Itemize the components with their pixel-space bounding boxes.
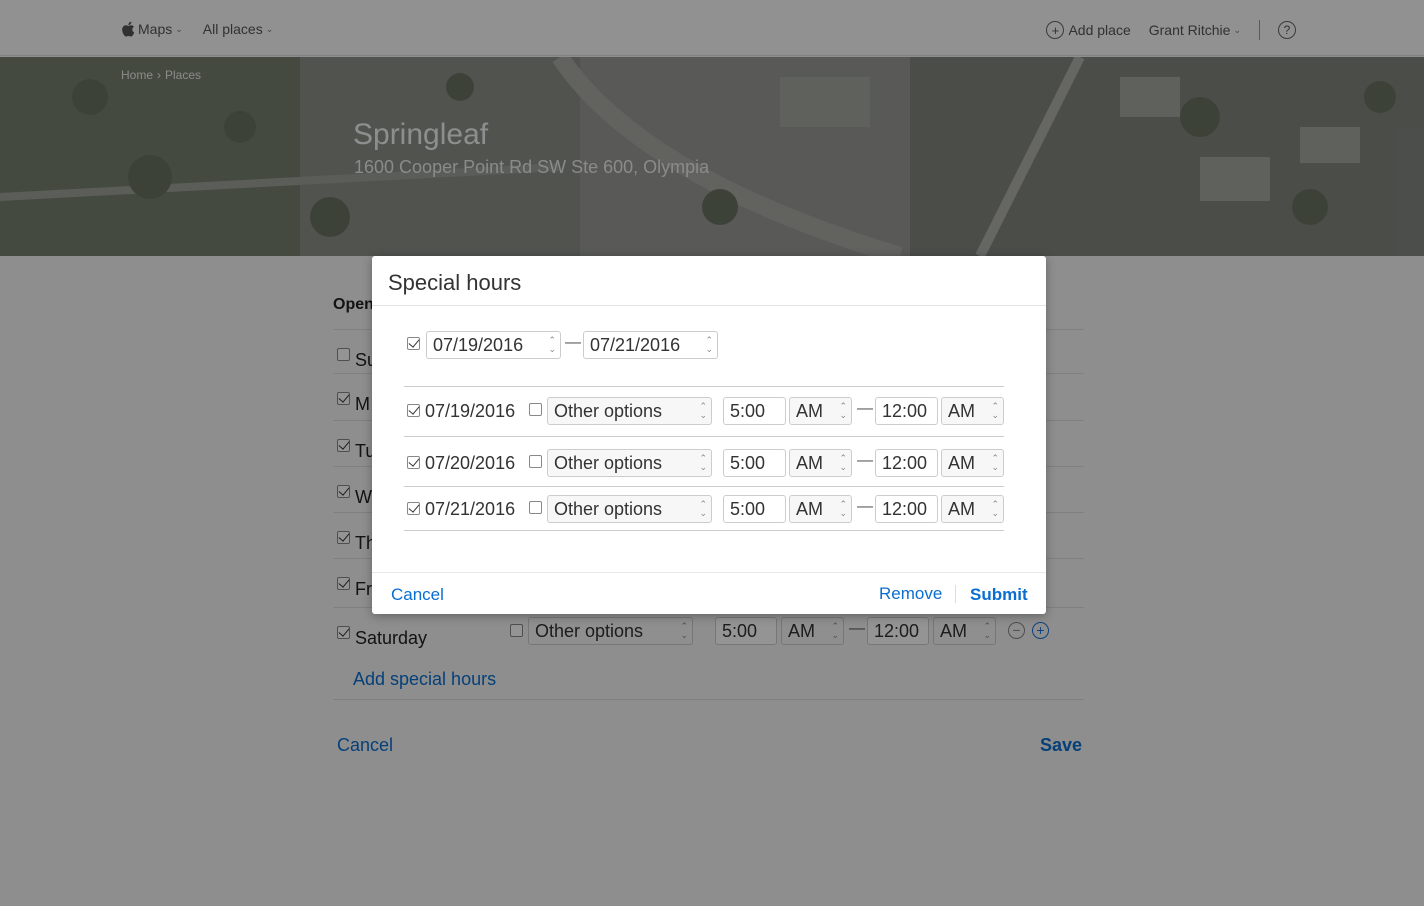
spinner-icon: ⌃ ⌄ (699, 401, 707, 420)
close-ampm-select[interactable]: AM ⌃ ⌄ (941, 449, 1004, 477)
open-ampm-select[interactable]: AM ⌃ ⌄ (789, 495, 852, 523)
close-time-input[interactable]: 12:00 (875, 495, 938, 523)
spinner-icon: ⌃ ⌄ (839, 401, 847, 420)
modal-footer: Cancel Remove Submit (372, 572, 1046, 614)
select-value: Other options (554, 401, 663, 421)
other-options-select[interactable]: Other options ⌃ ⌄ (547, 397, 712, 425)
divider (404, 386, 1004, 387)
spinner-icon: ⌃ ⌄ (548, 335, 556, 354)
select-value: AM (796, 453, 823, 473)
range-start-date-input[interactable]: 07/19/2016 ⌃ ⌄ (426, 331, 561, 359)
divider (404, 486, 1004, 487)
select-value: AM (948, 453, 975, 473)
row-date: 07/19/2016 (425, 401, 516, 421)
range-end-date-input[interactable]: 07/21/2016 ⌃ ⌄ (583, 331, 718, 359)
row-date: 07/20/2016 (425, 453, 516, 473)
open-time-input[interactable]: 5:00 (723, 397, 786, 425)
date-checkbox[interactable] (407, 456, 420, 469)
range-end-value: 07/21/2016 (590, 335, 681, 355)
select-value: AM (796, 401, 823, 421)
close-time-input[interactable]: 12:00 (875, 397, 938, 425)
spinner-icon: ⌃ ⌄ (699, 453, 707, 472)
open-time-input[interactable]: 5:00 (723, 495, 786, 523)
open-ampm-select[interactable]: AM ⌃ ⌄ (789, 397, 852, 425)
other-options-select[interactable]: Other options ⌃ ⌄ (547, 449, 712, 477)
modal-cancel-button[interactable]: Cancel (391, 585, 444, 605)
date-checkbox[interactable] (407, 502, 420, 515)
close-time-input[interactable]: 12:00 (875, 449, 938, 477)
spinner-icon: ⌃ ⌄ (705, 335, 713, 354)
special-hours-row: 07/20/2016 Other options ⌃ ⌄ 5:00 AM ⌃ ⌄ —… (372, 448, 1046, 478)
special-hours-row: 07/21/2016 Other options ⌃ ⌄ 5:00 AM ⌃ ⌄ —… (372, 494, 1046, 524)
open-time-input[interactable]: 5:00 (723, 449, 786, 477)
other-options-checkbox[interactable] (529, 501, 542, 514)
spinner-icon: ⌃ ⌄ (839, 453, 847, 472)
divider (404, 436, 1004, 437)
footer-divider (955, 585, 956, 603)
time-range-dash: — (857, 452, 873, 469)
time-range-dash: — (857, 498, 873, 515)
select-value: AM (948, 499, 975, 519)
spinner-icon: ⌃ ⌄ (839, 499, 847, 518)
date-range-dash: — (565, 334, 581, 351)
open-ampm-select[interactable]: AM ⌃ ⌄ (789, 449, 852, 477)
time-range-dash: — (857, 400, 873, 417)
modal-remove-button[interactable]: Remove (879, 584, 942, 604)
other-options-checkbox[interactable] (529, 455, 542, 468)
select-value: AM (948, 401, 975, 421)
modal-submit-button[interactable]: Submit (970, 585, 1028, 605)
modal-title: Special hours (388, 270, 522, 295)
close-ampm-select[interactable]: AM ⌃ ⌄ (941, 397, 1004, 425)
other-options-checkbox[interactable] (529, 403, 542, 416)
date-checkbox[interactable] (407, 404, 420, 417)
spinner-icon: ⌃ ⌄ (991, 453, 999, 472)
row-date: 07/21/2016 (425, 499, 516, 519)
special-hours-row: 07/19/2016 Other options ⌃ ⌄ 5:00 AM ⌃ ⌄ —… (372, 396, 1046, 426)
close-ampm-select[interactable]: AM ⌃ ⌄ (941, 495, 1004, 523)
spinner-icon: ⌃ ⌄ (991, 499, 999, 518)
divider (404, 530, 1004, 531)
other-options-select[interactable]: Other options ⌃ ⌄ (547, 495, 712, 523)
spinner-icon: ⌃ ⌄ (991, 401, 999, 420)
modal-header: Special hours (372, 256, 1046, 306)
spinner-icon: ⌃ ⌄ (699, 499, 707, 518)
select-value: AM (796, 499, 823, 519)
special-hours-modal: Special hours 07/19/2016 ⌃ ⌄ — 07/21/2016… (372, 256, 1046, 614)
range-start-value: 07/19/2016 (433, 335, 524, 355)
select-value: Other options (554, 453, 663, 473)
select-value: Other options (554, 499, 663, 519)
date-range-checkbox[interactable] (407, 337, 420, 350)
